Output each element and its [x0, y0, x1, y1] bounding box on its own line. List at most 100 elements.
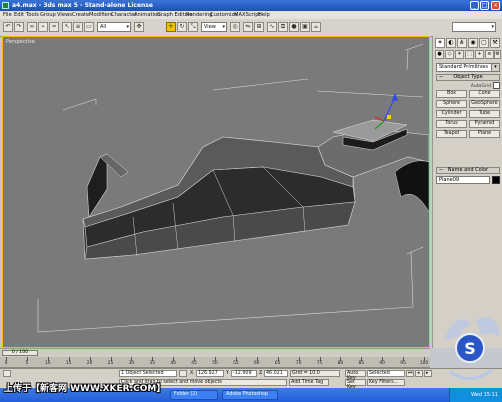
set-key-button[interactable]: Set Key	[345, 379, 366, 390]
move-icon[interactable]: ✛	[166, 22, 176, 32]
hierarchy-tab-icon[interactable]: ⋔	[457, 38, 467, 48]
previous-frame-icon[interactable]: ◂	[415, 370, 423, 377]
create-tab-icon[interactable]: ✶	[435, 38, 445, 48]
redo-icon[interactable]: ↷	[14, 22, 24, 32]
modify-tab-icon[interactable]: ◐	[446, 38, 456, 48]
maximize-button[interactable]: □	[480, 1, 489, 10]
menu-tools[interactable]: Tools	[26, 11, 39, 19]
bind-spacewarp-icon[interactable]: ≈	[49, 22, 59, 32]
menu-character[interactable]: Character	[111, 11, 137, 19]
undo-icon[interactable]: ↶	[3, 22, 13, 32]
render-type-dropdown[interactable]: ▾	[452, 22, 496, 32]
sphere-button[interactable]: Sphere	[436, 100, 467, 108]
material-editor-icon[interactable]: ●	[289, 22, 299, 32]
name-and-color-rollout[interactable]: − Name and Color	[436, 167, 500, 174]
collapse-icon: −	[439, 74, 444, 80]
geosphere-button[interactable]: GeoSphere	[469, 100, 500, 108]
auto-key-button[interactable]: Auto Key	[345, 370, 366, 381]
region-select-icon[interactable]: ▭	[84, 22, 94, 32]
menu-modifiers[interactable]: Modifiers	[89, 11, 113, 19]
rotate-icon[interactable]: ↻	[177, 22, 187, 32]
perspective-viewport[interactable]: Perspective	[2, 36, 430, 348]
menu-maxscript[interactable]: MAXScript	[234, 11, 261, 19]
menu-views[interactable]: Views	[57, 11, 72, 19]
display-tab-icon[interactable]: ▢	[479, 38, 489, 48]
key-filters-button[interactable]: Key Filters...	[367, 379, 405, 386]
systems-icon[interactable]: ⚙	[494, 50, 501, 59]
gizmo-z-arrow	[392, 93, 398, 101]
link-icon[interactable]: ∞	[27, 22, 37, 32]
time-slider[interactable]: 0 / 100	[2, 350, 38, 356]
schematic-view-icon[interactable]: ⧉	[278, 22, 288, 32]
close-button[interactable]: ×	[491, 1, 500, 10]
track-bar[interactable]: 0 5 10 15 20 25 30 35 40 45 50 55 60 65 70 75 80 85 90 95 10…	[0, 357, 430, 368]
plane-button[interactable]: Plane	[469, 130, 500, 138]
box-button[interactable]: Box	[436, 90, 467, 98]
x-coordinate-field[interactable]: 126.927	[196, 370, 224, 377]
y-coordinate-field[interactable]: -12.909	[231, 370, 257, 377]
minimize-button[interactable]: _	[470, 1, 479, 10]
pyramid-button[interactable]: Pyramid	[469, 120, 500, 128]
play-icon[interactable]: ▸	[424, 370, 432, 377]
menu-create[interactable]: Create	[72, 11, 89, 19]
reference-coordinate-dropdown[interactable]: View ▾	[201, 22, 227, 32]
lights-icon[interactable]: ☀	[455, 50, 464, 59]
menu-rendering[interactable]: Rendering	[186, 11, 213, 19]
object-name-field[interactable]: Plane09	[436, 176, 490, 184]
menu-group[interactable]: Group	[40, 11, 56, 19]
cone-button[interactable]: Cone	[469, 90, 500, 98]
autogrid-checkbox[interactable]	[493, 82, 500, 89]
main-toolbar: ↶ ↷ ∞ ⌁ ≈ ↖ ≡ ▭ All ▾ ✥ ✛ ↻ ⤡ View ▾ ◎ ⇋ ⊞…	[0, 19, 502, 37]
timeline-tick-label: 15	[65, 361, 72, 366]
selection-count-field: 1 Object Selected	[119, 370, 177, 377]
render-scene-icon[interactable]: ▣	[300, 22, 310, 32]
primitive-category-dropdown[interactable]: Standard Primitives ▾	[436, 63, 500, 72]
timeline-tick-label: 75	[316, 361, 323, 366]
torus-button[interactable]: Torus	[436, 120, 467, 128]
cameras-icon[interactable]: ⬚	[465, 50, 474, 59]
utilities-tab-icon[interactable]: ⚒	[490, 38, 500, 48]
geometry-icon[interactable]: ●	[435, 50, 444, 59]
helpers-icon[interactable]: +	[475, 50, 484, 59]
shapes-icon[interactable]: ◇	[445, 50, 454, 59]
taskbar-item-folder[interactable]: Folder (2)	[170, 390, 218, 400]
motion-tab-icon[interactable]: ◉	[468, 38, 478, 48]
align-icon[interactable]: ⊞	[254, 22, 264, 32]
maxscript-listener-icon[interactable]	[3, 370, 11, 377]
timeline-tick-label: 50	[212, 361, 218, 366]
watermark-logo: S	[444, 317, 500, 380]
tube-button[interactable]: Tube	[469, 110, 500, 118]
collapse-icon: −	[439, 167, 444, 173]
select-object-icon[interactable]: ↖	[62, 22, 72, 32]
timeline-tick-label: 40	[170, 361, 176, 366]
menu-help[interactable]: Help	[258, 11, 270, 19]
timeline-tick-label: 0	[4, 361, 8, 366]
object-color-swatch[interactable]	[492, 176, 500, 184]
menu-file[interactable]: File	[3, 11, 12, 19]
add-time-tag-button[interactable]: Add Time Tag	[289, 379, 329, 386]
timeline-tick-label: 55	[233, 361, 239, 366]
object-type-rollout[interactable]: − Object Type	[436, 74, 500, 81]
selection-filter-value: All	[100, 24, 107, 30]
z-coordinate-field[interactable]: 46.021	[264, 370, 288, 377]
unlink-icon[interactable]: ⌁	[38, 22, 48, 32]
go-to-start-icon[interactable]: ⏮	[406, 370, 414, 377]
cylinder-button[interactable]: Cylinder	[436, 110, 467, 118]
pivot-center-icon[interactable]: ◎	[230, 22, 240, 32]
wire-line	[62, 98, 97, 111]
mirror-icon[interactable]: ⇋	[243, 22, 253, 32]
timeline-tick-label: 20	[86, 361, 93, 366]
scale-icon[interactable]: ⤡	[188, 22, 198, 32]
teapot-button[interactable]: Teapot	[436, 130, 467, 138]
select-by-name-icon[interactable]: ≡	[73, 22, 83, 32]
menu-edit[interactable]: Edit	[14, 11, 24, 19]
primitive-category-value: Standard Primitives	[439, 64, 488, 70]
curve-editor-icon[interactable]: ∿	[267, 22, 277, 32]
select-move-icon[interactable]: ✥	[134, 22, 144, 32]
lock-selection-icon[interactable]	[179, 370, 187, 377]
taskbar-item-photoshop[interactable]: Adobe Photoshop	[222, 390, 278, 400]
spacewarps-icon[interactable]: ≋	[485, 50, 494, 59]
key-mode-dropdown[interactable]: Selected	[367, 370, 405, 377]
quick-render-icon[interactable]: ☕	[311, 22, 321, 32]
selection-filter-dropdown[interactable]: All ▾	[97, 22, 131, 32]
